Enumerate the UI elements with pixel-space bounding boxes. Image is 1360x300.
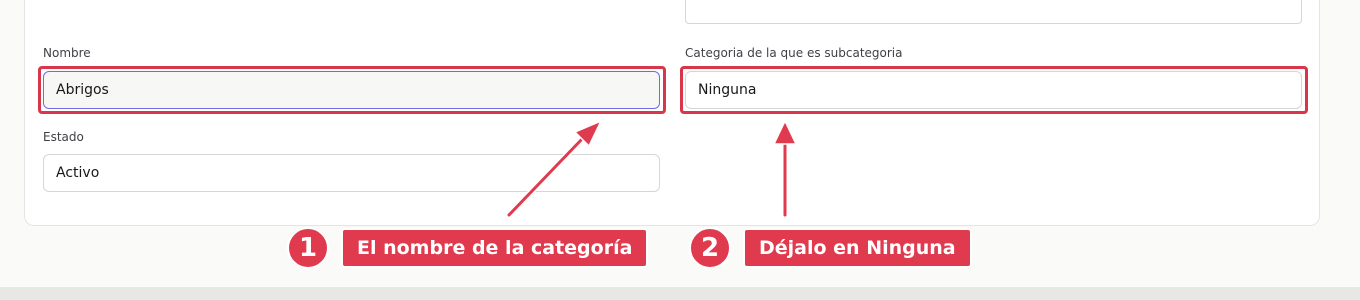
estado-select[interactable]: Activo: [43, 154, 660, 192]
step-2-badge: 2: [689, 227, 731, 269]
estado-label: Estado: [43, 130, 84, 144]
step-1-label: El nombre de la categoría: [341, 228, 649, 268]
previous-field-input[interactable]: [685, 0, 1302, 24]
step-1-badge: 1: [287, 227, 329, 269]
subcategoria-label: Categoria de la que es subcategoria: [685, 46, 903, 60]
callout-step-1: 1 El nombre de la categoría: [287, 227, 649, 269]
subcategoria-highlight-box: [680, 66, 1308, 114]
step-2-label: Déjalo en Ninguna: [743, 228, 972, 268]
nombre-label: Nombre: [43, 46, 91, 60]
page-footer-bar: [0, 287, 1360, 300]
callout-step-2: 2 Déjalo en Ninguna: [689, 227, 972, 269]
nombre-highlight-box: [38, 66, 666, 114]
